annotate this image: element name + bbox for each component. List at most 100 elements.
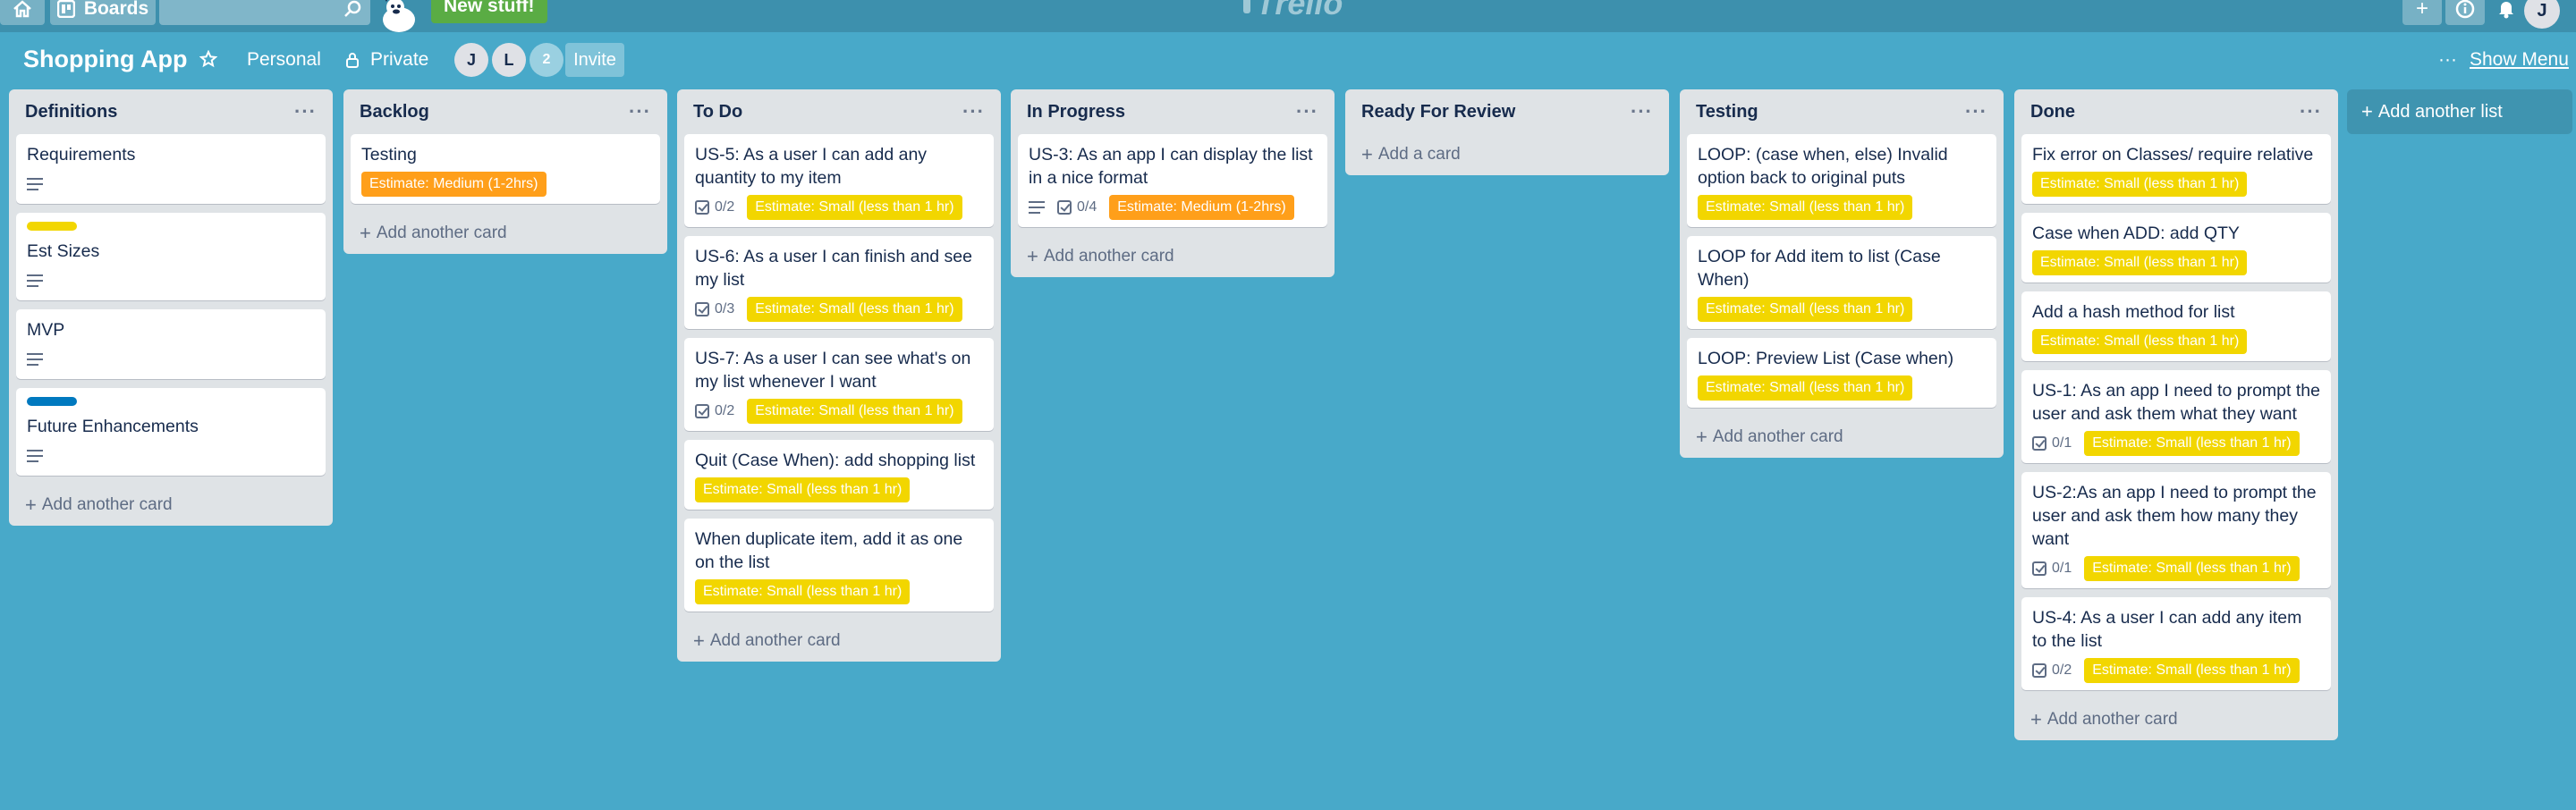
list-menu-icon[interactable]: ··· xyxy=(2300,100,2322,123)
estimate-label[interactable]: Estimate: Small (less than 1 hr) xyxy=(747,195,962,220)
card-title: Est Sizes xyxy=(27,241,100,261)
estimate-label[interactable]: Estimate: Small (less than 1 hr) xyxy=(2032,172,2248,197)
add-card-button[interactable]: + Add another card xyxy=(684,620,994,662)
card[interactable]: Case when ADD: add QTY Estimate: Small (l… xyxy=(2021,213,2331,283)
checklist-icon xyxy=(2032,663,2046,678)
notifications-button[interactable] xyxy=(2488,0,2524,25)
add-card-button[interactable]: + Add another card xyxy=(1687,417,1996,458)
boards-button[interactable]: Boards xyxy=(50,0,156,25)
estimate-label[interactable]: Estimate: Small (less than 1 hr) xyxy=(2084,658,2300,683)
card[interactable]: US-7: As a user I can see what's on my l… xyxy=(684,338,994,431)
list-title[interactable]: Testing xyxy=(1696,102,1758,122)
board-title[interactable]: Shopping App xyxy=(23,41,187,77)
card[interactable]: US-6: As a user I can finish and see my … xyxy=(684,236,994,329)
card-title: US-3: As an app I can display the list i… xyxy=(1029,145,1313,188)
estimate-label[interactable]: Estimate: Small (less than 1 hr) xyxy=(695,579,911,604)
card-title: LOOP for Add item to list (Case When) xyxy=(1698,247,1941,290)
boards-icon xyxy=(56,0,75,18)
add-card-button[interactable]: + Add another card xyxy=(16,485,326,526)
list-title[interactable]: Ready For Review xyxy=(1361,102,1515,122)
card[interactable]: Testing Estimate: Medium (1-2hrs) xyxy=(351,134,660,204)
card[interactable]: US-5: As a user I can add any quantity t… xyxy=(684,134,994,227)
member-avatar[interactable]: L xyxy=(492,43,526,77)
card[interactable]: US-2:As an app I need to prompt the user… xyxy=(2021,472,2331,588)
plus-icon: + xyxy=(360,222,371,244)
list-menu-icon[interactable]: ··· xyxy=(1631,100,1653,123)
card[interactable]: US-3: As an app I can display the list i… xyxy=(1018,134,1327,227)
list-menu-icon[interactable]: ··· xyxy=(962,100,985,123)
visibility-button[interactable]: Private xyxy=(345,46,428,73)
estimate-label[interactable]: Estimate: Medium (1-2hrs) xyxy=(361,172,547,197)
show-menu-button[interactable]: ··· Show Menu xyxy=(2438,46,2569,73)
card-title: US-2:As an app I need to prompt the user… xyxy=(2032,483,2317,549)
card-badges: 0/1 Estimate: Small (less than 1 hr) xyxy=(2032,431,2320,456)
estimate-label[interactable]: Estimate: Small (less than 1 hr) xyxy=(1698,195,1913,220)
card[interactable]: When duplicate item, add it as one on th… xyxy=(684,519,994,612)
card[interactable]: US-1: As an app I need to prompt the use… xyxy=(2021,370,2331,463)
plus-icon: + xyxy=(2415,0,2428,21)
checklist-badge: 0/1 xyxy=(2032,561,2072,577)
list-title[interactable]: Done xyxy=(2030,102,2075,122)
estimate-label[interactable]: Estimate: Small (less than 1 hr) xyxy=(747,399,962,424)
list-menu-icon[interactable]: ··· xyxy=(629,100,651,123)
card-badges: Estimate: Small (less than 1 hr) xyxy=(1698,195,1986,220)
member-avatar[interactable]: J xyxy=(454,43,488,77)
card[interactable]: Est Sizes xyxy=(16,213,326,300)
list-title[interactable]: Definitions xyxy=(25,102,117,122)
card[interactable]: MVP xyxy=(16,309,326,379)
list-title[interactable]: In Progress xyxy=(1027,102,1125,122)
checklist-icon xyxy=(695,302,709,316)
star-board-button[interactable] xyxy=(197,46,220,72)
card[interactable]: Future Enhancements xyxy=(16,388,326,476)
list-title[interactable]: Backlog xyxy=(360,102,429,122)
estimate-label[interactable]: Estimate: Small (less than 1 hr) xyxy=(1698,375,1913,401)
add-card-button[interactable]: + Add another card xyxy=(1018,236,1327,277)
estimate-label[interactable]: Estimate: Small (less than 1 hr) xyxy=(2084,431,2300,456)
home-button[interactable] xyxy=(0,0,45,25)
add-card-button[interactable]: + Add a card xyxy=(1352,134,1662,175)
create-button[interactable]: + xyxy=(2402,0,2442,25)
add-card-button[interactable]: + Add another card xyxy=(351,213,660,254)
card[interactable]: Add a hash method for list Estimate: Smal… xyxy=(2021,291,2331,361)
list-menu-icon[interactable]: ··· xyxy=(294,100,317,123)
estimate-label[interactable]: Estimate: Small (less than 1 hr) xyxy=(1698,297,1913,322)
taco-mascot-icon[interactable] xyxy=(379,0,422,32)
list-title[interactable]: To Do xyxy=(693,102,742,122)
add-card-button[interactable]: + Add another card xyxy=(2021,699,2331,740)
list-menu-icon[interactable]: ··· xyxy=(1296,100,1318,123)
plus-icon: + xyxy=(1361,143,1373,165)
checklist-badge: 0/2 xyxy=(2032,662,2072,679)
invite-button[interactable]: Invite xyxy=(565,43,624,77)
checklist-count: 0/1 xyxy=(2052,561,2072,576)
card-title: US-7: As a user I can see what's on my l… xyxy=(695,349,971,392)
estimate-label[interactable]: Estimate: Small (less than 1 hr) xyxy=(2032,329,2248,354)
checklist-icon xyxy=(2032,561,2046,576)
card[interactable]: US-4: As a user I can add any item to th… xyxy=(2021,597,2331,690)
estimate-label[interactable]: Estimate: Small (less than 1 hr) xyxy=(747,297,962,322)
trello-logo[interactable]: Trello xyxy=(1243,0,1343,21)
checklist-badge: 0/1 xyxy=(2032,435,2072,451)
estimate-label[interactable]: Estimate: Small (less than 1 hr) xyxy=(2032,250,2248,275)
card-label-bar[interactable] xyxy=(27,397,77,406)
add-list-button[interactable]: + Add another list xyxy=(2347,89,2572,134)
card[interactable]: Quit (Case When): add shopping list Estim… xyxy=(684,440,994,510)
card[interactable]: LOOP for Add item to list (Case When) Est… xyxy=(1687,236,1996,329)
card[interactable]: Fix error on Classes/ require relative Es… xyxy=(2021,134,2331,204)
estimate-label[interactable]: Estimate: Small (less than 1 hr) xyxy=(2084,556,2300,581)
estimate-label[interactable]: Estimate: Small (less than 1 hr) xyxy=(695,477,911,502)
member-count-badge[interactable]: 2 xyxy=(530,43,564,77)
card[interactable]: LOOP: Preview List (Case when) Estimate: … xyxy=(1687,338,1996,408)
estimate-label[interactable]: Estimate: Medium (1-2hrs) xyxy=(1109,195,1294,220)
user-avatar[interactable]: J xyxy=(2524,0,2560,29)
description-icon xyxy=(1029,201,1045,214)
team-button[interactable]: Personal xyxy=(247,46,321,73)
checklist-count: 0/3 xyxy=(715,301,735,316)
card[interactable]: Requirements xyxy=(16,134,326,204)
info-button[interactable] xyxy=(2445,0,2485,25)
add-card-label: Add another card xyxy=(1043,247,1174,266)
search-input[interactable] xyxy=(159,0,370,25)
card-label-bar[interactable] xyxy=(27,222,77,231)
list-menu-icon[interactable]: ··· xyxy=(1965,100,1987,123)
card[interactable]: LOOP: (case when, else) Invalid option b… xyxy=(1687,134,1996,227)
new-stuff-button[interactable]: New stuff! xyxy=(431,0,547,23)
